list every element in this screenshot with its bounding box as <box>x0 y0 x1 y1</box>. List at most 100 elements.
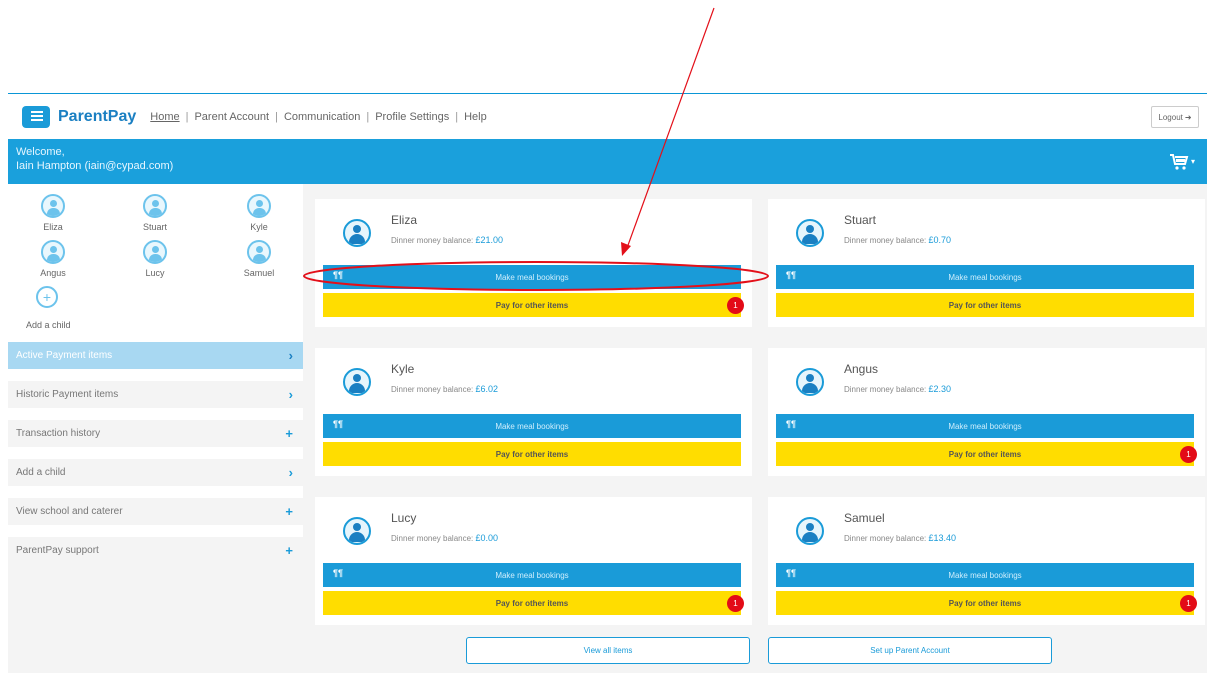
sidebar-item-parentpay-support[interactable]: ParentPay support + <box>8 537 303 564</box>
children-selector: Eliza Stuart Kyle Angus Lucy Samuel + Ad… <box>8 192 303 337</box>
avatar <box>343 517 371 545</box>
pay-for-other-items-button[interactable]: Pay for other items <box>323 442 741 466</box>
welcome-user: Iain Hampton (iain@cypad.com) <box>16 160 174 172</box>
make-meal-bookings-button[interactable]: ¶¶ Make meal bookings <box>776 563 1194 587</box>
chevron-down-icon: ▾ <box>1190 157 1195 166</box>
pay-for-other-items-button[interactable]: Pay for other items <box>323 591 741 615</box>
cutlery-icon: ¶¶ <box>333 419 344 429</box>
child-name: Angus <box>844 362 879 376</box>
chevron-right-icon: › <box>288 387 293 402</box>
child-name: Kyle <box>250 222 268 232</box>
avatar <box>343 368 371 396</box>
logout-icon: ➜ <box>1184 112 1192 122</box>
nav-parent-account[interactable]: Parent Account <box>194 111 269 123</box>
set-up-parent-account-button[interactable]: Set up Parent Account <box>768 637 1052 664</box>
avatar <box>343 219 371 247</box>
basket-button[interactable]: ▾ <box>1169 153 1195 171</box>
sidebar-item-label: ParentPay support <box>16 545 99 556</box>
plus-icon: + <box>285 426 293 441</box>
view-all-items-button[interactable]: View all items <box>466 637 750 664</box>
child-name: Stuart <box>142 222 167 232</box>
notification-badge: 1 <box>1180 595 1197 612</box>
child-name: Kyle <box>391 362 415 376</box>
top-navigation: ParentPay Home | Parent Account | Commun… <box>8 93 1207 139</box>
make-meal-bookings-button[interactable]: ¶¶ Make meal bookings <box>776 265 1194 289</box>
child-name: Eliza <box>43 222 63 232</box>
sidebar-item-add-a-child[interactable]: Add a child › <box>8 459 303 486</box>
child-name: Eliza <box>391 213 418 227</box>
dinner-money-balance: Dinner money balance: £21.00 <box>391 235 504 245</box>
notification-badge: 1 <box>727 595 744 612</box>
sidebar-item-label: View school and caterer <box>16 506 123 517</box>
nav-profile-settings[interactable]: Profile Settings <box>375 111 449 123</box>
avatar <box>796 517 824 545</box>
child-kyle[interactable]: Kyle <box>229 194 289 232</box>
cutlery-icon: ¶¶ <box>786 419 797 429</box>
child-card-samuel: Samuel Dinner money balance: £13.40 ¶¶ Ma… <box>768 497 1205 625</box>
child-card-kyle: Kyle Dinner money balance: £6.02 ¶¶ Make … <box>315 348 752 476</box>
child-name: Stuart <box>844 213 877 227</box>
cutlery-icon: ¶¶ <box>333 270 344 280</box>
add-child-button[interactable]: + <box>24 286 58 312</box>
child-card-lucy: Lucy Dinner money balance: £0.00 ¶¶ Make … <box>315 497 752 625</box>
nav-separator: | <box>275 110 278 123</box>
nav-links: Home | Parent Account | Communication | … <box>150 111 486 123</box>
sidebar-item-active-payment-items[interactable]: Active Payment items › <box>8 342 303 369</box>
logout-button[interactable]: Logout ➜ <box>1151 106 1199 128</box>
make-meal-bookings-button[interactable]: ¶¶ Make meal bookings <box>323 414 741 438</box>
cutlery-icon: ¶¶ <box>786 568 797 578</box>
brand-name: ParentPay <box>58 107 137 125</box>
sidebar-item-label: Transaction history <box>16 428 101 439</box>
cart-icon <box>1169 154 1189 170</box>
child-eliza[interactable]: Eliza <box>23 194 83 232</box>
child-stuart[interactable]: Stuart <box>125 194 185 232</box>
sidebar-item-label: Add a child <box>16 467 66 478</box>
chevron-right-icon: › <box>288 465 293 480</box>
nav-help[interactable]: Help <box>464 111 487 123</box>
avatar <box>41 194 65 218</box>
pay-for-other-items-button[interactable]: Pay for other items <box>776 591 1194 615</box>
child-samuel[interactable]: Samuel <box>229 240 289 278</box>
dinner-money-balance: Dinner money balance: £2.30 <box>844 384 952 394</box>
sidebar-background <box>8 562 303 673</box>
make-meal-bookings-button[interactable]: ¶¶ Make meal bookings <box>323 563 741 587</box>
add-icon: + <box>36 286 58 308</box>
make-meal-bookings-button[interactable]: ¶¶ Make meal bookings <box>776 414 1194 438</box>
notification-badge: 1 <box>727 297 744 314</box>
pay-for-other-items-button[interactable]: Pay for other items <box>776 442 1194 466</box>
dinner-money-balance: Dinner money balance: £0.00 <box>391 533 499 543</box>
nav-communication[interactable]: Communication <box>284 111 360 123</box>
dinner-money-balance: Dinner money balance: £6.02 <box>391 384 499 394</box>
child-name: Samuel <box>844 511 885 525</box>
notification-badge: 1 <box>1180 446 1197 463</box>
child-angus[interactable]: Angus <box>23 240 83 278</box>
nav-home[interactable]: Home <box>150 111 179 123</box>
pay-for-other-items-button[interactable]: Pay for other items <box>776 293 1194 317</box>
add-child-label[interactable]: Add a child <box>26 320 71 330</box>
child-name: Lucy <box>391 511 417 525</box>
avatar <box>796 219 824 247</box>
parentpay-logo[interactable]: ParentPay <box>22 105 137 128</box>
child-name: Lucy <box>145 268 165 278</box>
welcome-heading: Welcome, <box>16 146 65 158</box>
child-card-angus: Angus Dinner money balance: £2.30 ¶¶ Make… <box>768 348 1205 476</box>
nav-separator: | <box>366 110 370 123</box>
avatar <box>41 240 65 264</box>
avatar <box>247 240 271 264</box>
avatar <box>247 194 271 218</box>
cutlery-icon: ¶¶ <box>333 568 344 578</box>
plus-icon: + <box>285 504 293 519</box>
welcome-bar: Welcome, Iain Hampton (iain@cypad.com) ▾ <box>8 139 1207 184</box>
child-card-eliza: Eliza Dinner money balance: £21.00 ¶¶ Mak… <box>315 199 752 327</box>
plus-icon: + <box>285 543 293 558</box>
pay-for-other-items-button[interactable]: Pay for other items <box>323 293 741 317</box>
sidebar-menu: Active Payment items › Historic Payment … <box>8 342 303 576</box>
make-meal-bookings-button[interactable]: ¶¶ Make meal bookings <box>323 265 741 289</box>
child-lucy[interactable]: Lucy <box>125 240 185 278</box>
sidebar-item-historic-payment-items[interactable]: Historic Payment items › <box>8 381 303 408</box>
avatar <box>143 240 167 264</box>
child-card-stuart: Stuart Dinner money balance: £0.70 ¶¶ Mak… <box>768 199 1205 327</box>
sidebar-item-view-school-and-caterer[interactable]: View school and caterer + <box>8 498 303 525</box>
sidebar-item-transaction-history[interactable]: Transaction history + <box>8 420 303 447</box>
chevron-right-icon: › <box>288 348 293 363</box>
